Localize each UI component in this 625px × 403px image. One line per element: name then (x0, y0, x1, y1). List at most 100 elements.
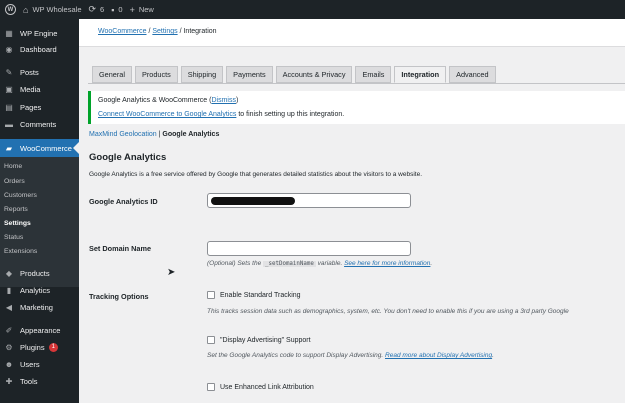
sidebar-item-appearance[interactable]: ✐ Appearance (0, 322, 79, 338)
hint-text: (Optional) Sets the (207, 260, 263, 267)
display-advertising-link[interactable]: Read more about Display Advertising (385, 352, 492, 359)
subnav-maxmind[interactable]: MaxMind Geolocation (89, 131, 157, 138)
submenu-status[interactable]: Status (4, 234, 23, 241)
site-name-menu[interactable]: ⌂ WP Wholesale (23, 5, 81, 15)
standard-tracking-hint: This tracks session data such as demogra… (207, 308, 569, 315)
comment-icon: ▬ (5, 119, 13, 129)
ga-setup-notice: Google Analytics & WooCommerce (Dismiss)… (88, 91, 625, 124)
display-advertising-option[interactable]: "Display Advertising" Support (207, 336, 311, 344)
tools-icon: ✚ (5, 376, 13, 386)
plugins-icon: ⚙ (5, 342, 13, 352)
notice-dismiss-link[interactable]: Dismiss (211, 97, 236, 104)
standard-tracking-option[interactable]: Enable Standard Tracking (207, 291, 301, 299)
sidebar-item-label: Products (20, 268, 50, 278)
sidebar-item-wp-engine[interactable]: ▦ WP Engine (0, 25, 79, 41)
tab-products[interactable]: Products (134, 66, 178, 83)
new-content-menu[interactable]: + New (130, 5, 154, 15)
domain-name-hint: (Optional) Sets the _setDomainName varia… (207, 260, 432, 267)
sidebar-item-users[interactable]: ☻ Users (0, 356, 79, 372)
products-icon: ◆ (5, 268, 13, 278)
section-description: Google Analytics is a free service offer… (89, 171, 423, 178)
marketing-icon: ◀ (5, 302, 13, 312)
tab-emails[interactable]: Emails (355, 66, 392, 83)
analytics-icon: ▮ (6, 285, 12, 295)
pages-icon: ▤ (5, 102, 13, 112)
hint-text: variable. (315, 260, 345, 267)
mouse-cursor-icon: ➤ (167, 267, 176, 278)
comments-menu[interactable]: ▪ 0 (111, 5, 122, 15)
notice-title-text: Google Analytics & WooCommerce (98, 97, 208, 104)
sidebar-item-dashboard[interactable]: ◉ Dashboard (0, 41, 79, 57)
sidebar-item-products[interactable]: ◆ Products (0, 265, 79, 281)
sidebar-item-analytics[interactable]: ▮ Analytics (0, 282, 79, 298)
comments-count: 0 (118, 5, 123, 14)
ga-id-label: Google Analytics ID (89, 197, 158, 206)
domain-name-input[interactable] (207, 241, 411, 256)
home-icon: ⌂ (23, 4, 29, 15)
submenu-settings[interactable]: Settings (4, 220, 31, 227)
standard-tracking-checkbox[interactable] (207, 291, 215, 299)
new-label: New (138, 5, 154, 14)
notice-suffix: to finish setting up this integration. (236, 111, 345, 118)
sidebar-item-label: Users (20, 359, 40, 369)
breadcrumb-woocommerce[interactable]: WooCommerce (98, 28, 147, 35)
hint-text: . (492, 352, 494, 359)
sidebar-item-marketing[interactable]: ◀ Marketing (0, 299, 79, 315)
breadcrumb-settings[interactable]: Settings (152, 28, 177, 35)
section-title: Google Analytics (89, 152, 167, 163)
woocommerce-header: WooCommerce / Settings / Integration (79, 19, 625, 47)
display-advertising-label: "Display Advertising" Support (220, 336, 311, 344)
sidebar-item-tools[interactable]: ✚ Tools (0, 373, 79, 389)
tab-shipping[interactable]: Shipping (180, 66, 224, 83)
notice-body: Connect WooCommerce to Google Analytics … (98, 111, 344, 118)
sidebar-item-comments[interactable]: ▬ Comments (0, 116, 79, 132)
sidebar-item-plugins[interactable]: ⚙ Plugins 1 (0, 339, 79, 355)
settings-tabs: General Products Shipping Payments Accou… (92, 66, 496, 83)
set-domain-code: _setDomainName (263, 261, 316, 267)
wp-logo-menu[interactable]: W (5, 4, 16, 15)
enhanced-link-option[interactable]: Use Enhanced Link Attribution (207, 383, 314, 391)
tab-accounts-privacy[interactable]: Accounts & Privacy (275, 66, 353, 83)
wp-engine-icon: ▦ (5, 28, 13, 38)
sidebar-item-woocommerce[interactable]: ▰ WooCommerce (0, 139, 79, 157)
submenu-orders[interactable]: Orders (4, 178, 25, 185)
redacted-value (211, 197, 295, 205)
plugins-update-badge: 1 (48, 342, 58, 352)
tab-general[interactable]: General (92, 66, 132, 83)
standard-tracking-label: Enable Standard Tracking (220, 291, 301, 299)
main-content: WooCommerce / Settings / Integration Gen… (79, 19, 625, 403)
tab-integration[interactable]: Integration (394, 66, 447, 83)
dashboard-icon: ◉ (5, 44, 13, 54)
ga-id-input[interactable] (207, 193, 411, 208)
hint-text: Set the Google Analytics code to support… (207, 352, 386, 359)
submenu-home[interactable]: Home (4, 163, 22, 170)
sidebar-item-label: Posts (20, 67, 39, 77)
updates-count: 6 (100, 5, 105, 14)
tabs-divider (88, 83, 625, 84)
sidebar-item-label: Analytics (20, 285, 51, 295)
submenu-customers[interactable]: Customers (4, 192, 37, 199)
sidebar-item-media[interactable]: ▣ Media (0, 81, 79, 97)
users-icon: ☻ (4, 359, 14, 369)
sidebar-item-posts[interactable]: ✎ Posts (0, 64, 79, 80)
domain-info-link[interactable]: See here for more information (344, 260, 430, 267)
updates-menu[interactable]: ⟳ 6 (88, 4, 104, 15)
woo-icon: ▰ (5, 143, 13, 153)
pin-icon: ✎ (5, 67, 13, 77)
submenu-reports[interactable]: Reports (4, 206, 28, 213)
sidebar-item-label: WooCommerce (20, 143, 72, 153)
sidebar-item-pages[interactable]: ▤ Pages (0, 99, 79, 115)
sidebar-item-label: Pages (20, 102, 42, 112)
appearance-icon: ✐ (5, 325, 13, 335)
wordpress-icon: W (5, 4, 16, 15)
tab-advanced[interactable]: Advanced (449, 66, 496, 83)
submenu-extensions[interactable]: Extensions (4, 248, 37, 255)
connect-ga-link[interactable]: Connect WooCommerce to Google Analytics (98, 111, 236, 118)
sidebar-item-label: WP Engine (20, 28, 58, 38)
domain-name-label: Set Domain Name (89, 244, 152, 253)
display-advertising-checkbox[interactable] (207, 336, 215, 344)
tab-payments[interactable]: Payments (226, 66, 273, 83)
enhanced-link-checkbox[interactable] (207, 383, 215, 391)
media-icon: ▣ (5, 84, 13, 94)
breadcrumb: WooCommerce / Settings / Integration (98, 28, 217, 35)
